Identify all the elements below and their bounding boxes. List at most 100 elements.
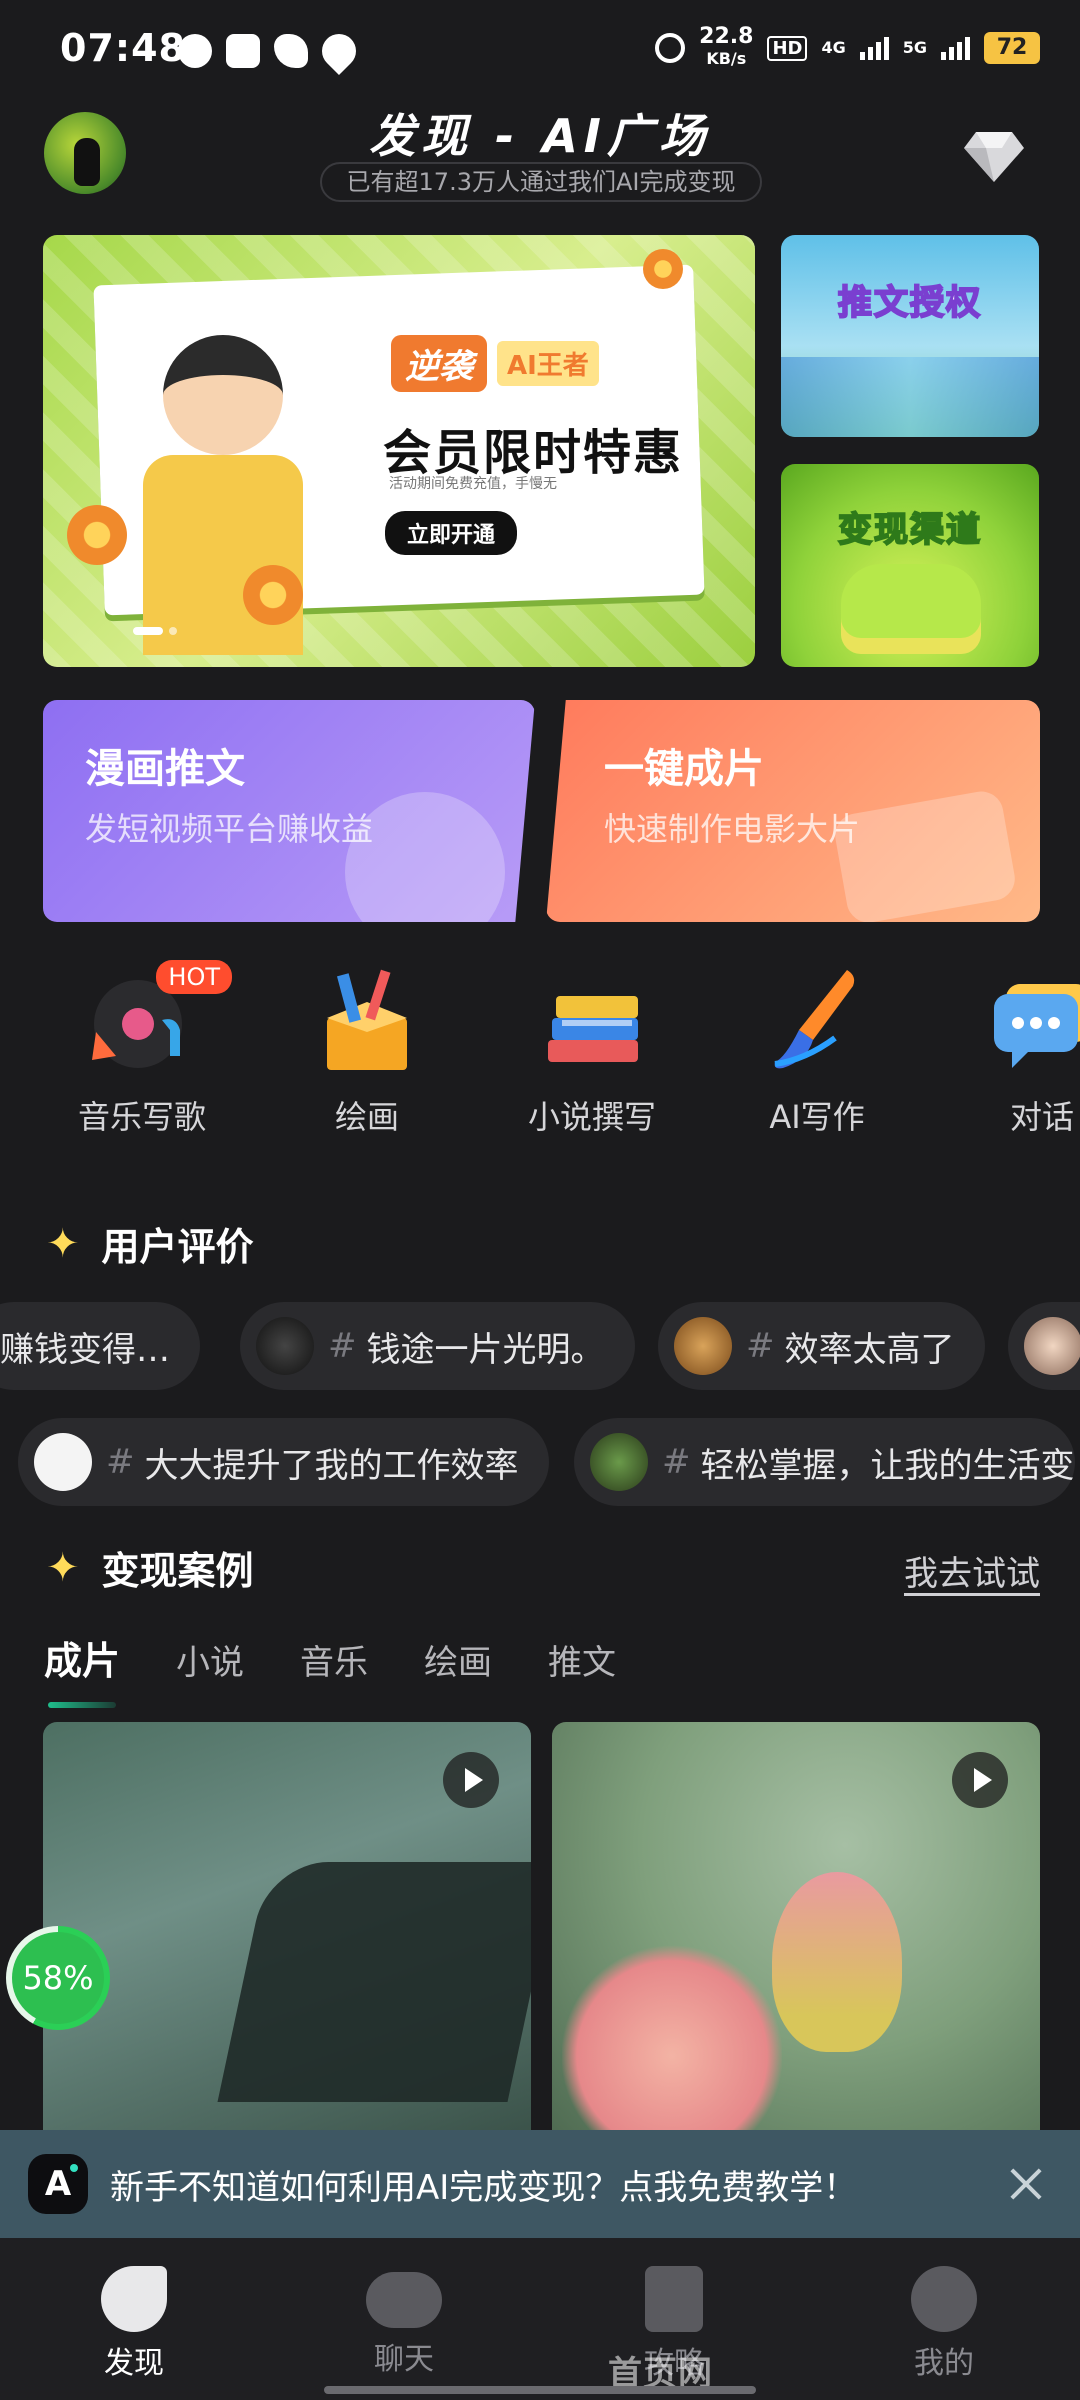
signal-5g-icon — [941, 36, 970, 60]
heart-check-icon — [314, 26, 364, 76]
case-video-card[interactable] — [552, 1722, 1040, 2132]
user-avatar — [256, 1317, 314, 1375]
feature-card-comic-push[interactable]: 漫画推文 发短视频平台赚收益 — [43, 700, 535, 922]
floating-progress-badge[interactable]: 58% — [6, 1926, 110, 2030]
banner-side-bottom-label: 变现渠道 — [837, 509, 982, 551]
try-it-link[interactable]: 我去试试 — [904, 1546, 1040, 1595]
banner-cta-button[interactable]: 立即开通 — [385, 511, 518, 555]
roof-image — [217, 1862, 531, 2102]
bird-icon — [274, 34, 308, 68]
review-text: 大大提升了我的工作效率 — [144, 1445, 519, 1486]
sparkle-icon: ✦ — [46, 1220, 80, 1267]
home-indicator[interactable] — [324, 2386, 756, 2394]
brush-icon — [757, 960, 877, 1080]
reviews-row-1: 赚钱变得… # 钱途一片光明。 # 效率太高了 — [0, 1302, 1080, 1390]
tab-video[interactable]: 成片 — [44, 1630, 120, 1685]
chat-bubble-icon — [982, 960, 1080, 1080]
banner-small-text: 活动期间免费充值，手慢无 — [389, 476, 557, 492]
tutorial-tip-bar[interactable]: 新手不知道如何利用AI完成变现？点我免费教学！ — [0, 2130, 1080, 2238]
review-text: 轻松掌握，让我的生活变 — [700, 1445, 1075, 1486]
review-text: 效率太高了 — [784, 1329, 955, 1370]
tab-novel[interactable]: 小说 — [176, 1635, 244, 1684]
tool-label: 小说撰写 — [527, 1098, 656, 1136]
network-speed-value: 22.8 — [699, 24, 754, 49]
review-pill[interactable] — [1008, 1302, 1080, 1390]
feature-card-one-click-video[interactable]: 一键成片 快速制作电影大片 — [546, 700, 1040, 922]
paint-box-icon — [307, 960, 427, 1080]
hash-symbol: # — [106, 1442, 135, 1482]
tool-dialogue[interactable]: 对话 — [952, 960, 1080, 1138]
diamond-icon — [964, 132, 1024, 182]
battery-indicator: 72 — [984, 32, 1040, 64]
tab-push[interactable]: 推文 — [548, 1635, 616, 1684]
hash-symbol: # — [328, 1326, 357, 1366]
reviews-title: 用户评价 — [101, 1225, 254, 1269]
reviews-section-header: ✦ 用户评价 — [46, 1216, 254, 1271]
tip-text: 新手不知道如何利用AI完成变现？点我免费教学！ — [110, 2167, 858, 2208]
net-5g-label: 5G — [902, 38, 927, 57]
review-pill[interactable]: # 大大提升了我的工作效率 — [18, 1418, 549, 1506]
tool-ai-writing[interactable]: AI写作 — [727, 960, 907, 1138]
review-pill[interactable]: 赚钱变得… — [0, 1302, 200, 1390]
review-pill[interactable]: # 钱途一片光明。 — [240, 1302, 635, 1390]
promo-banner-monetize-channel[interactable]: 变现渠道 — [781, 464, 1039, 667]
vip-diamond-button[interactable] — [962, 126, 1026, 186]
review-pill[interactable]: # 轻松掌握，让我的生活变 — [574, 1418, 1075, 1506]
lotus-image — [562, 1942, 782, 2132]
nav-label: 聊天 — [374, 2342, 434, 2377]
nav-discover[interactable]: 发现 — [44, 2266, 224, 2382]
profile-face-icon — [911, 2266, 977, 2332]
books-icon — [532, 960, 652, 1080]
tab-music[interactable]: 音乐 — [300, 1635, 368, 1684]
user-avatar — [34, 1433, 92, 1491]
cases-title: 变现案例 — [101, 1549, 254, 1593]
page-title: 发现 - AI广场 — [369, 109, 711, 163]
chat-robot-icon — [366, 2272, 442, 2328]
network-speed-unit: KB/s — [706, 49, 747, 68]
tool-label: 音乐写歌 — [77, 1098, 206, 1136]
feature-card-title: 一键成片 — [604, 746, 764, 792]
net-4g-label: 4G — [821, 38, 846, 57]
nav-label: 发现 — [104, 2346, 164, 2381]
banner-badge-right: AI王者 — [497, 341, 599, 386]
case-video-card[interactable] — [43, 1722, 531, 2132]
reviews-row-2: # 大大提升了我的工作效率 # 轻松掌握，让我的生活变 — [0, 1418, 1080, 1506]
status-bar: 07:48 22.8 KB/s HD 4G 5G 72 — [0, 0, 1080, 100]
tool-label: 绘画 — [334, 1098, 399, 1136]
flower-decoration — [643, 249, 683, 289]
lotus-bud-image — [772, 1872, 902, 2052]
sparkle-icon: ✦ — [46, 1544, 80, 1591]
leaf-icon — [101, 2266, 167, 2332]
play-icon[interactable] — [952, 1752, 1008, 1808]
bookmark-star-icon — [645, 2266, 703, 2332]
status-time: 07:48 — [60, 26, 186, 70]
feature-card-title: 漫画推文 — [85, 746, 245, 792]
tab-painting[interactable]: 绘画 — [424, 1635, 492, 1684]
tool-novel-writing[interactable]: 小说撰写 — [502, 960, 682, 1138]
review-text: 钱途一片光明。 — [366, 1329, 605, 1370]
mascot-illustration — [841, 564, 981, 654]
banner-pagination — [133, 627, 177, 635]
signal-4g-icon — [859, 36, 889, 60]
user-avatar — [674, 1317, 732, 1375]
review-pill[interactable]: # 效率太高了 — [658, 1302, 985, 1390]
user-avatar — [1024, 1317, 1080, 1375]
banner-side-top-label: 推文授权 — [837, 282, 982, 324]
banner-badge-left: 逆袭 — [391, 335, 487, 392]
tools-row: HOT 音乐写歌 绘画 小说撰写 AI写作 对话 — [0, 960, 1080, 1160]
hash-symbol: # — [662, 1442, 691, 1482]
hd-badge: HD — [767, 35, 808, 61]
play-icon[interactable] — [443, 1752, 499, 1808]
nav-chat[interactable]: 聊天 — [314, 2266, 494, 2378]
case-category-tabs: 成片 小说 音乐 绘画 推文 — [44, 1630, 616, 1685]
feature-card-subtitle: 快速制作电影大片 — [604, 810, 861, 848]
close-icon[interactable] — [1002, 2160, 1050, 2208]
tool-music-songwriting[interactable]: HOT 音乐写歌 — [52, 960, 232, 1138]
promo-banner-main[interactable]: 逆袭 AI王者 会员限时特惠 活动期间免费充值，手慢无 立即开通 — [43, 235, 755, 667]
feature-card-subtitle: 发短视频平台赚收益 — [85, 810, 374, 848]
alarm-icon — [655, 33, 686, 63]
page-subtitle: 已有超17.3万人通过我们AI完成变现 — [320, 162, 762, 202]
tool-painting[interactable]: 绘画 — [277, 960, 457, 1138]
promo-banner-push-license[interactable]: 推文授权 — [781, 235, 1039, 437]
review-text: 赚钱变得… — [0, 1329, 170, 1370]
